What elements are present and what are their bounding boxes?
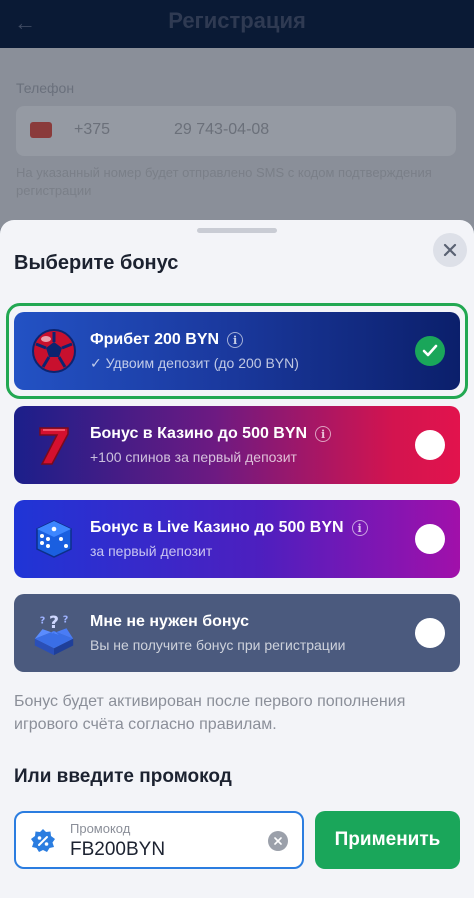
bonus-option-live-casino[interactable]: Бонус в Live Казино до 500 BYN i за перв… — [14, 500, 460, 578]
option-title: Фрибет 200 BYN i — [90, 331, 244, 349]
bonus-option-freebet[interactable]: Фрибет 200 BYN i ✓ Удвоим депозит (до 20… — [14, 312, 460, 390]
option-subtitle: Вы не получите бонус при регистрации — [90, 637, 346, 653]
promo-code-input[interactable] — [70, 837, 260, 863]
phone-field: +375 29 743-04-08 — [16, 106, 456, 156]
close-icon — [443, 243, 457, 257]
promo-badge-icon — [31, 829, 55, 852]
option-title: Бонус в Live Казино до 500 BYN i — [90, 519, 368, 537]
option-radio[interactable] — [415, 618, 445, 648]
bonus-note: Бонус будет активирован после первого по… — [14, 693, 406, 733]
phone-number: 29 743-04-08 — [174, 121, 270, 138]
bonus-bottom-sheet: Выберите бонус Фрибет 200 BYN i ✓ Удвоим… — [0, 220, 474, 898]
dice-icon — [30, 515, 78, 563]
info-icon[interactable]: i — [227, 332, 244, 348]
promo-label: Промокод — [70, 821, 131, 836]
close-button[interactable] — [433, 233, 467, 267]
svg-text:?: ? — [63, 614, 69, 625]
clear-input-button[interactable] — [268, 831, 288, 851]
background-header: ← Регистрация — [0, 0, 474, 48]
soccer-ball-icon — [30, 327, 78, 375]
phone-code: +375 — [74, 121, 111, 138]
background-form: Телефон +375 29 743-04-08 На указанный н… — [0, 48, 474, 228]
option-subtitle: +100 спинов за первый депозит — [90, 449, 297, 465]
option-radio[interactable] — [415, 430, 445, 460]
promo-title: Или введите промокод — [14, 766, 232, 787]
info-icon[interactable]: i — [315, 426, 332, 442]
mystery-box-icon: ? ? ? — [30, 609, 78, 657]
option-radio-selected[interactable] — [415, 336, 445, 366]
check-icon — [422, 344, 438, 357]
option-title: Бонус в Казино до 500 BYN i — [90, 425, 332, 443]
apply-button[interactable]: Применить — [315, 811, 460, 869]
phone-hint: На указанный номер будет отправлено SMS … — [16, 165, 432, 198]
option-radio[interactable] — [415, 524, 445, 554]
bonus-option-no-bonus[interactable]: ? ? ? Мне не нужен бонус Вы не получите … — [14, 594, 460, 672]
option-title: Мне не нужен бонус — [90, 613, 249, 630]
slot-seven-icon — [30, 421, 78, 469]
option-subtitle: за первый депозит — [90, 543, 213, 559]
svg-text:?: ? — [49, 613, 59, 633]
promo-code-field[interactable]: Промокод — [14, 811, 304, 869]
option-subtitle: ✓ Удвоим депозит (до 200 BYN) — [90, 355, 299, 371]
bonus-option-casino[interactable]: Бонус в Казино до 500 BYN i +100 спинов … — [14, 406, 460, 484]
clear-icon — [274, 837, 282, 845]
flag-icon — [30, 122, 52, 138]
sheet-drag-handle[interactable] — [197, 228, 277, 233]
svg-text:?: ? — [40, 615, 46, 626]
info-icon[interactable]: i — [351, 520, 368, 536]
background-title: Регистрация — [168, 8, 306, 33]
sheet-title: Выберите бонус — [14, 252, 179, 274]
phone-label: Телефон — [16, 80, 75, 96]
